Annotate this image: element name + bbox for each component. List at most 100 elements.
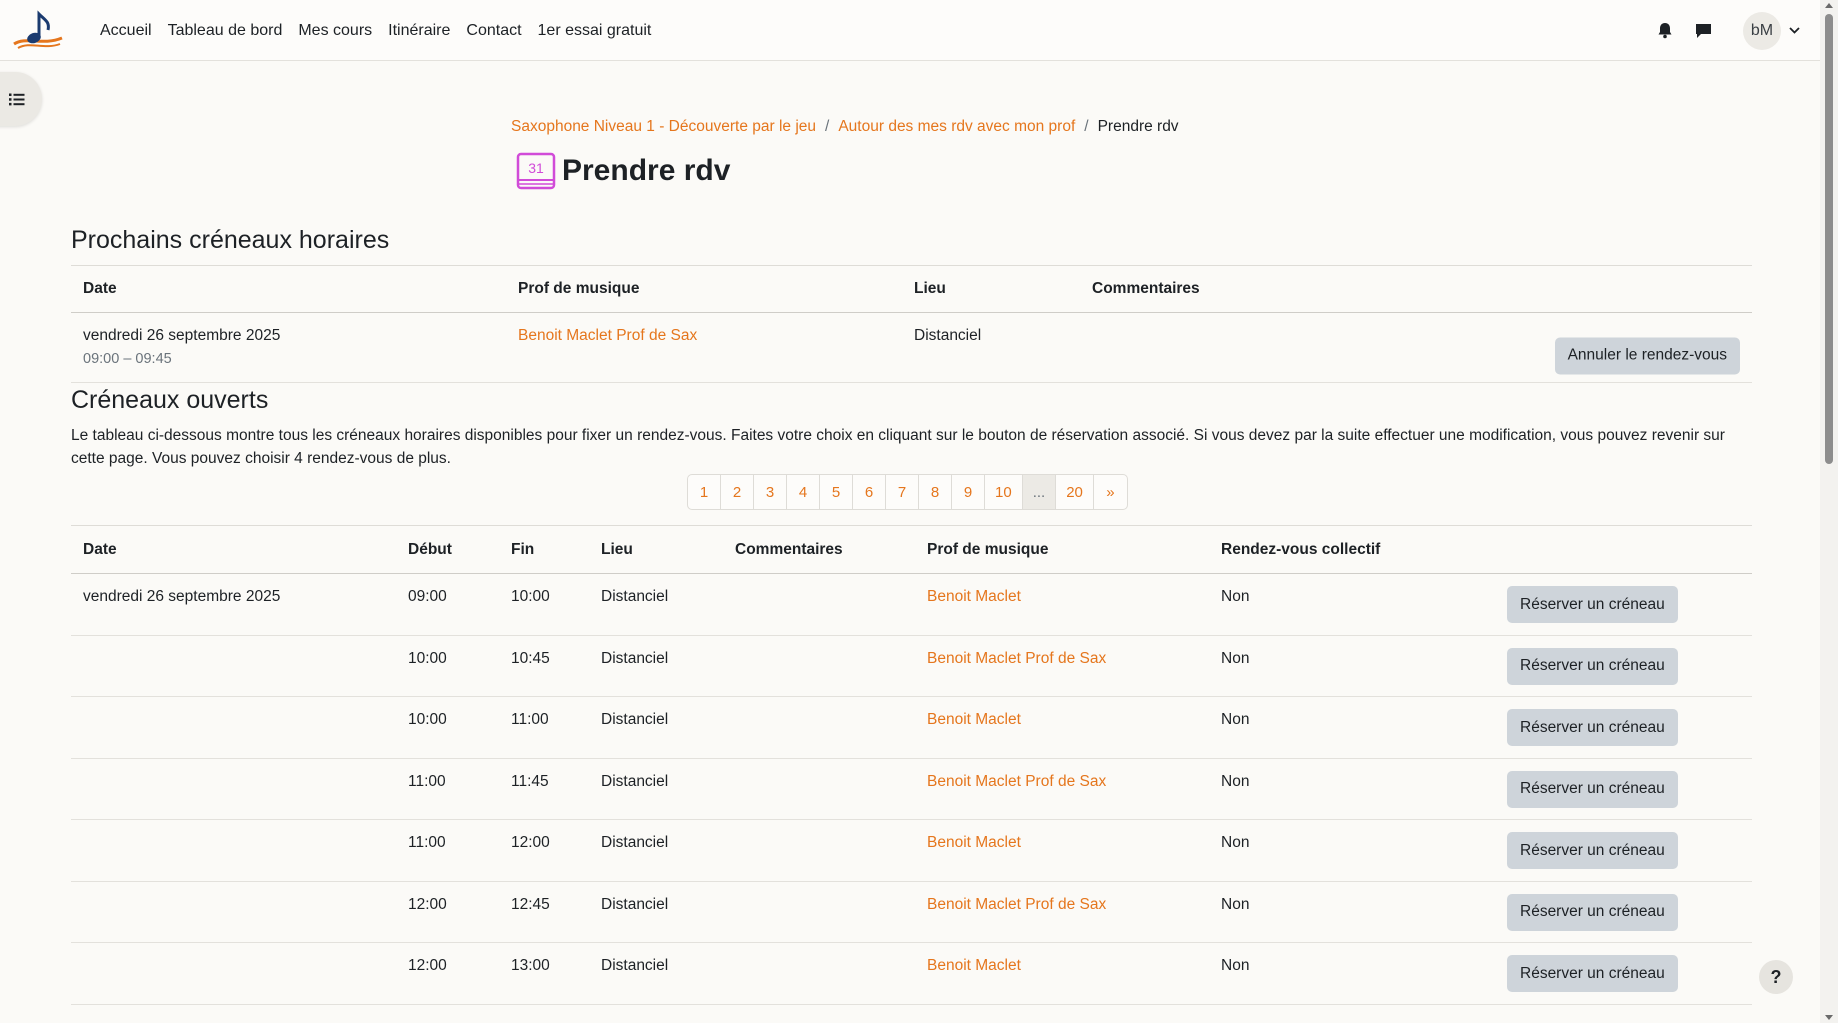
upcoming-slots-heading: Prochains créneaux horaires [71,226,390,254]
nav-contact[interactable]: Contact [466,22,521,40]
book-slot-button[interactable]: Réserver un créneau [1507,770,1678,808]
page-link-10[interactable]: 10 [985,475,1023,509]
book-slot-button[interactable]: Réserver un créneau [1507,586,1678,623]
calendar-icon: 31 [516,152,556,190]
scroll-up-arrow-icon[interactable] [1824,1,1834,11]
cancel-appointment-button[interactable]: Annuler le rendez-vous [1554,337,1740,375]
slot-end: 13:00 [511,957,550,974]
page-link-2[interactable]: 2 [721,475,754,509]
slot-date [71,957,396,1004]
nav-accueil[interactable]: Accueil [100,22,152,40]
table-header: Date Début Fin Lieu Commentaires Prof de… [71,525,1752,574]
column-header-comments: Commentaires [735,540,843,558]
page-link-20[interactable]: 20 [1056,475,1094,509]
nav-itineraire[interactable]: Itinéraire [388,22,450,40]
music-note-logo-icon[interactable] [12,10,64,52]
slot-place: Distanciel [601,772,669,790]
table-row: 12:00 13:00 Distanciel Benoit Maclet Non Rése… [71,943,1752,1005]
chat-bubble-icon[interactable] [1693,21,1713,41]
teacher-link[interactable]: Benoit Maclet Prof de Sax [927,773,1106,790]
teacher-link[interactable]: Benoit Maclet Prof de Sax [518,327,697,344]
book-slot-button[interactable]: Réserver un créneau [1507,955,1678,992]
slot-comment [723,650,915,697]
slot-date: vendredi 26 septembre 2025 [83,327,281,344]
column-header-end: Fin [511,540,535,558]
column-header-date: Date [83,280,117,297]
page-title: Prendre rdv [562,154,731,187]
table-row: 12:00 12:45 Distanciel Benoit Maclet Prof d… [71,882,1752,943]
slot-action-cell: Réserver un créneau [1507,770,1678,808]
slot-end: 10:00 [511,588,550,605]
help-button[interactable]: ? [1759,960,1793,994]
slot-comment [723,957,915,1004]
open-slots-rows: vendredi 26 septembre 2025 09:00 10:00 Dist… [71,574,1752,1005]
page-link-6[interactable]: 6 [853,475,886,509]
page-link-1[interactable]: 1 [688,475,721,509]
slot-start: 12:00 [408,895,447,913]
slot-teacher-cell: Benoit Maclet Prof de Sax [915,896,1209,943]
slot-end: 11:00 [511,711,549,728]
slot-place: Distanciel [601,588,669,605]
avatar[interactable]: bM [1743,11,1781,50]
slot-action-cell: Réserver un créneau [1507,893,1678,931]
slot-end: 12:45 [511,895,550,913]
bell-icon[interactable] [1655,21,1675,41]
slot-action-cell: Annuler le rendez-vous [1554,337,1740,375]
page-link-7[interactable]: 7 [886,475,919,509]
page-scrollbar[interactable] [1820,0,1838,1023]
navbar-user-area: bM [1655,0,1800,61]
teacher-link[interactable]: Benoit Maclet [927,957,1021,974]
slot-place: Distanciel [601,957,669,974]
teacher-link[interactable]: Benoit Maclet Prof de Sax [927,896,1106,913]
breadcrumb-section[interactable]: Autour des mes rdv avec mon prof [838,118,1075,136]
book-slot-button[interactable]: Réserver un créneau [1507,647,1678,685]
book-slot-button[interactable]: Réserver un créneau [1507,893,1678,931]
nav-mes-cours[interactable]: Mes cours [298,22,372,40]
breadcrumb-separator: / [825,118,830,135]
slot-comment [723,711,915,758]
teacher-link[interactable]: Benoit Maclet Prof de Sax [927,650,1106,667]
breadcrumb-course[interactable]: Saxophone Niveau 1 - Découverte par le j… [511,118,816,136]
table-row: 10:00 10:45 Distanciel Benoit Maclet Prof d… [71,636,1752,697]
slot-date [71,711,396,758]
page-link-4[interactable]: 4 [787,475,820,509]
page-ellipsis: ... [1022,475,1057,509]
scroll-down-arrow-icon[interactable] [1824,1012,1834,1022]
slot-action-cell: Réserver un créneau [1507,647,1678,685]
page-link-5[interactable]: 5 [820,475,853,509]
slot-date-cell: vendredi 26 septembre 2025 09:00 – 09:45 [71,327,506,382]
page-link-8[interactable]: 8 [919,475,952,509]
slot-teacher-cell: Benoit Maclet [915,957,1209,1004]
breadcrumb-separator: / [1084,118,1089,135]
table-row: 11:00 12:00 Distanciel Benoit Maclet Non Rése… [71,820,1752,882]
upcoming-slots-table: Date Prof de musique Lieu Commentaires v… [71,265,1752,383]
book-slot-button[interactable]: Réserver un créneau [1507,832,1678,869]
slot-group: Non [1221,649,1250,667]
nav-tableau-de-bord[interactable]: Tableau de bord [168,22,283,40]
chevron-down-icon[interactable] [1789,27,1800,34]
page-link-9[interactable]: 9 [952,475,985,509]
slot-place: Distanciel [914,327,982,344]
slot-date [71,773,396,820]
user-menu[interactable]: bM [1743,11,1800,50]
nav-essai-gratuit[interactable]: 1er essai gratuit [538,22,652,40]
slot-teacher-cell: Benoit Maclet Prof de Sax [506,327,902,382]
column-header-teacher: Prof de musique [927,540,1049,558]
open-slots-table: Date Début Fin Lieu Commentaires Prof de… [71,525,1752,1005]
page-link-3[interactable]: 3 [754,475,787,509]
slot-start: 10:00 [408,711,447,728]
breadcrumb: Saxophone Niveau 1 - Découverte par le j… [511,118,1179,136]
teacher-link[interactable]: Benoit Maclet [927,834,1021,851]
scrollbar-thumb[interactable] [1825,14,1833,464]
top-navbar: Accueil Tableau de bord Mes cours Itinér… [0,0,1820,61]
course-index-toggle[interactable] [0,72,42,126]
column-header-place: Lieu [601,540,633,558]
slot-start: 12:00 [408,957,447,974]
table-row: vendredi 26 septembre 2025 09:00 10:00 Dist… [71,574,1752,636]
teacher-link[interactable]: Benoit Maclet [927,711,1021,728]
next-page-link[interactable]: » [1094,475,1127,509]
teacher-link[interactable]: Benoit Maclet [927,588,1021,605]
book-slot-button[interactable]: Réserver un créneau [1507,709,1678,746]
slot-date: vendredi 26 septembre 2025 [83,588,281,605]
slot-teacher-cell: Benoit Maclet Prof de Sax [915,650,1209,697]
